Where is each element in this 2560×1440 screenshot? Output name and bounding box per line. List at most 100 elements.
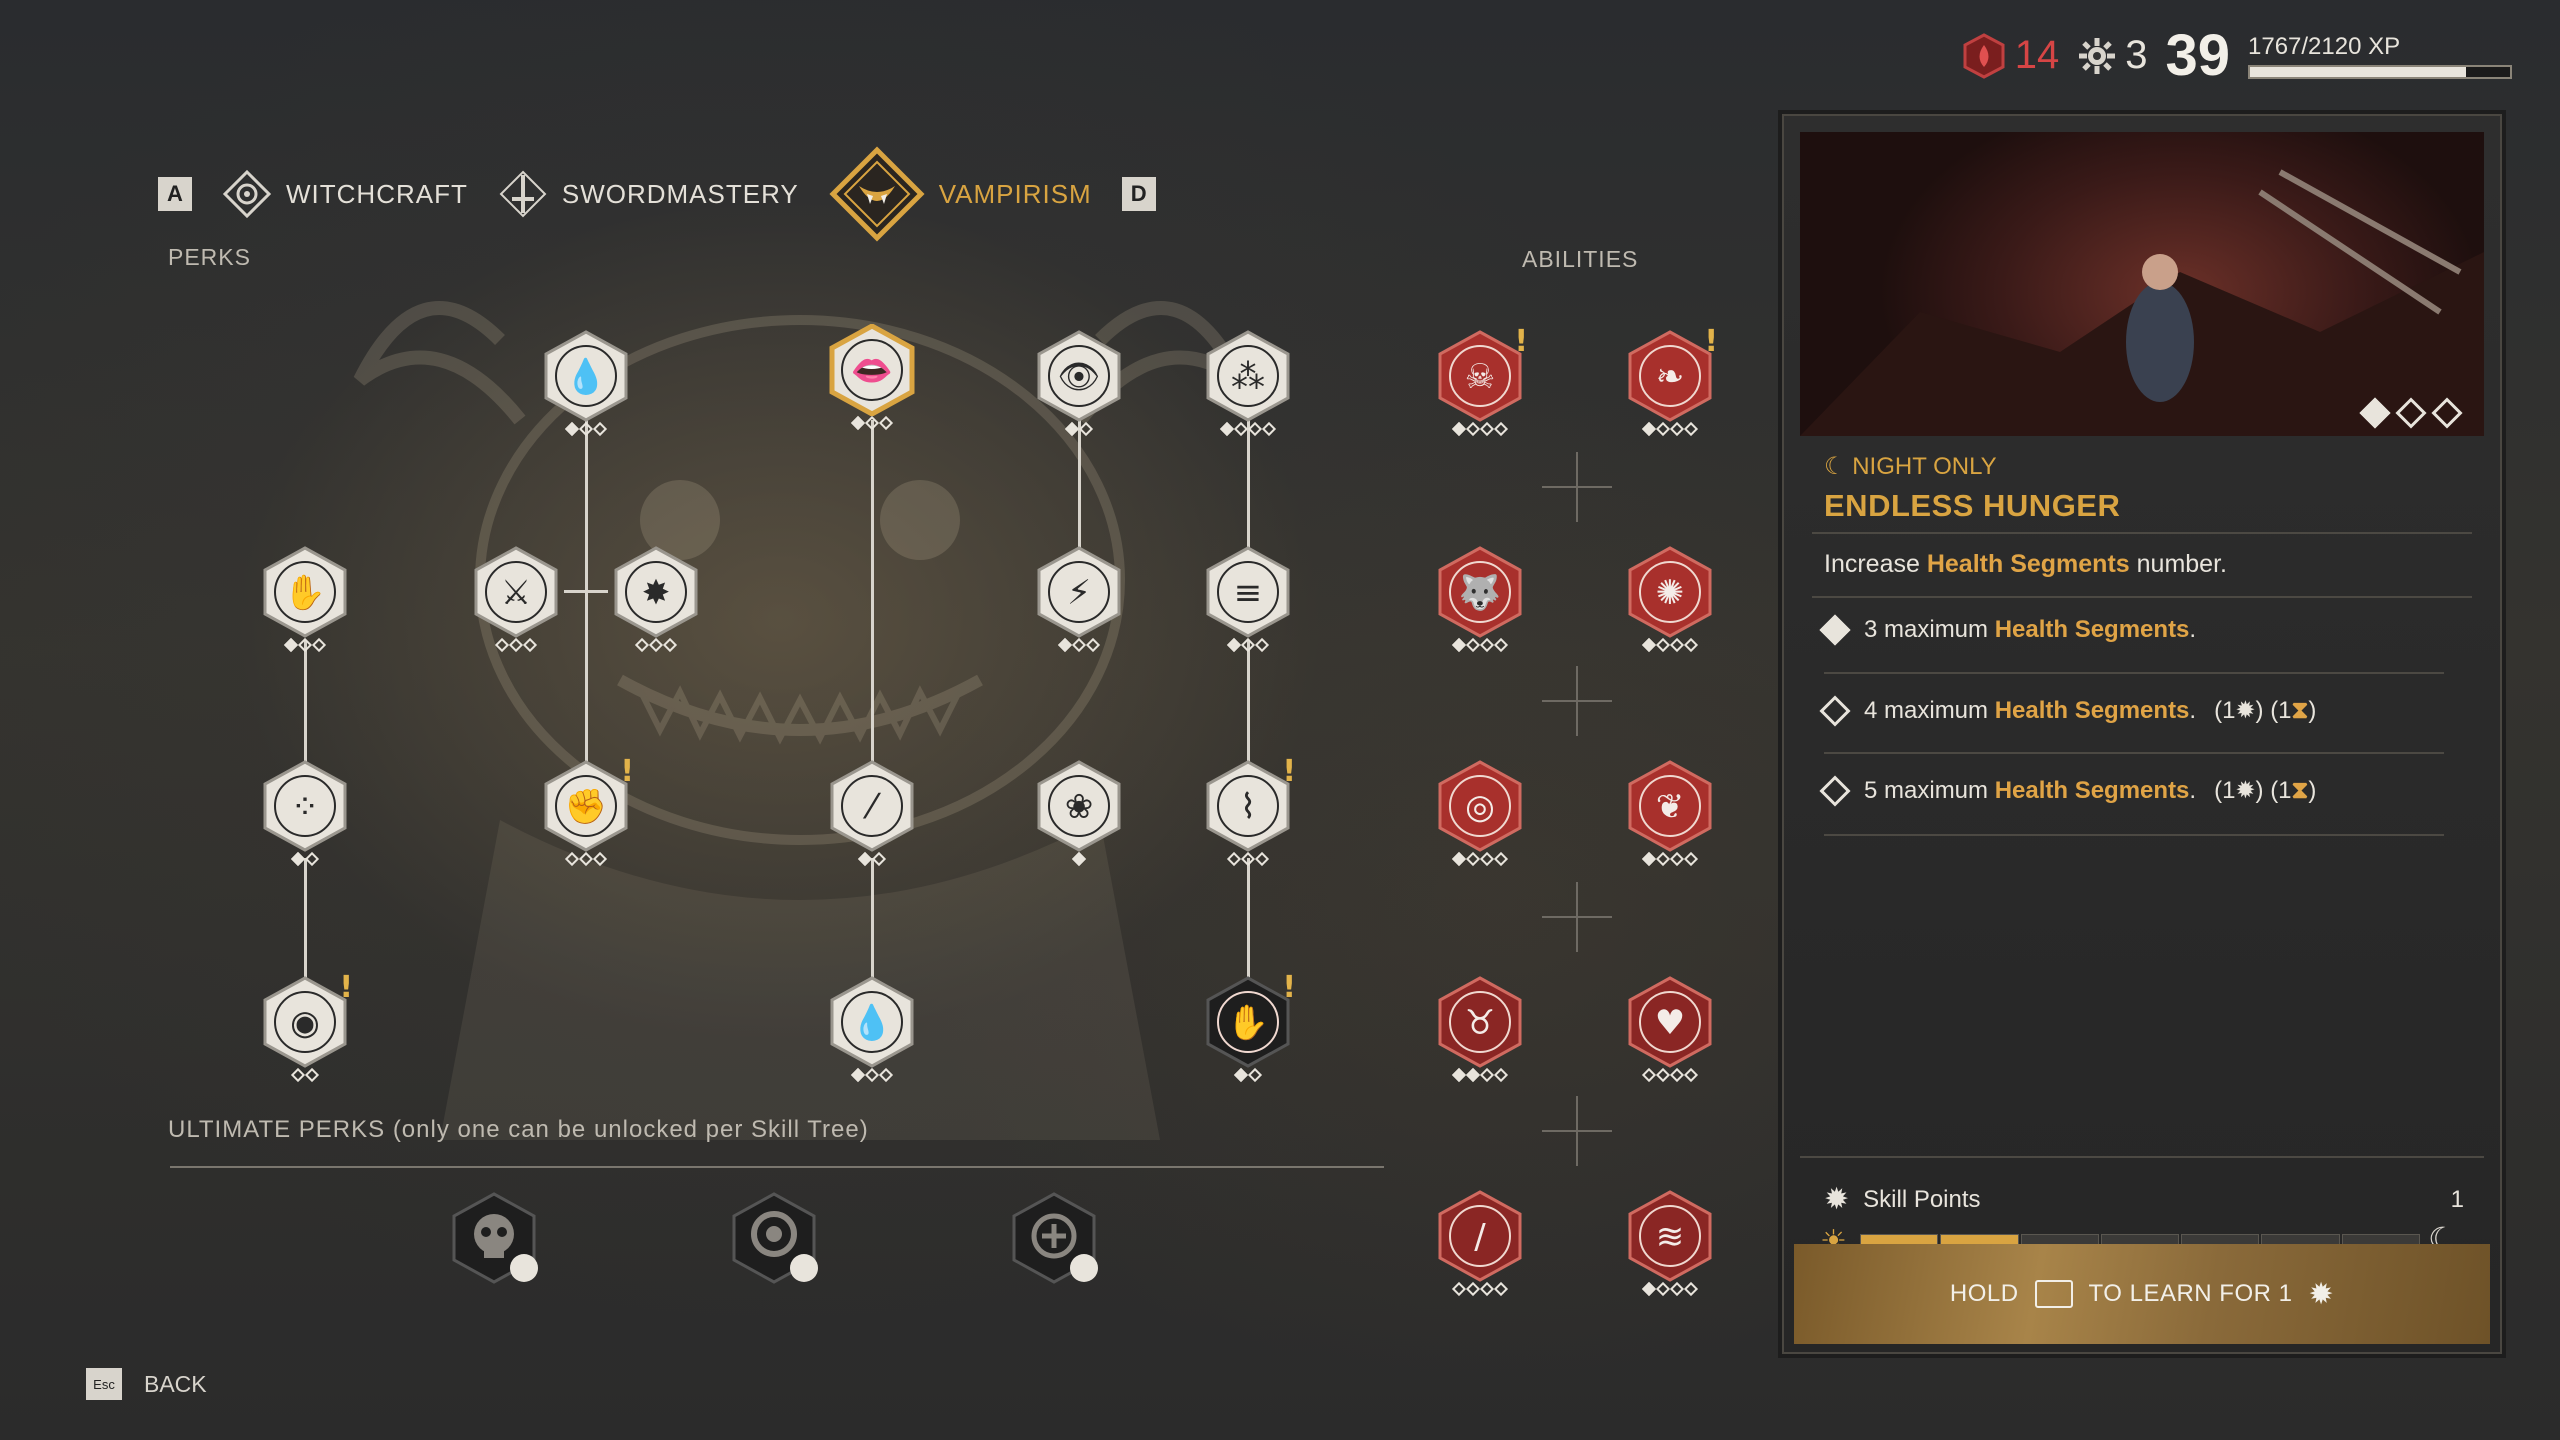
svg-text:◉: ◉	[290, 1003, 320, 1043]
night-only-tag: ☾ NIGHT ONLY	[1824, 452, 1997, 481]
level-pips	[1434, 851, 1526, 867]
level-end: .	[2189, 696, 2197, 724]
claws-icon: ≡	[1206, 546, 1290, 638]
ability-blood-bats[interactable]: ≋	[1624, 1190, 1716, 1306]
blood-wing-icon: ❧	[1628, 330, 1712, 422]
desc-text: number.	[2129, 550, 2227, 578]
pip-empty	[564, 851, 580, 867]
pip-filled	[857, 851, 873, 867]
ability-divider-cross	[1542, 666, 1612, 736]
level-pips	[1033, 851, 1125, 867]
perk-mark[interactable]: ◉!	[259, 970, 353, 1092]
xp-text: 1767/2120 XP	[2248, 32, 2401, 60]
pip-empty	[1465, 421, 1481, 437]
perk-drops[interactable]: ⁘	[259, 760, 351, 876]
pip-empty	[1669, 637, 1685, 653]
prev-tab-key[interactable]: A	[158, 177, 192, 211]
swordmastery-icon	[499, 170, 547, 218]
perk-eye[interactable]: 👁	[1033, 330, 1125, 446]
perk-slash[interactable]: ⁄	[826, 760, 918, 876]
level-pips	[1624, 1281, 1716, 1297]
svg-text:/: /	[1474, 1217, 1486, 1257]
ability-blood-burst[interactable]: ✺	[1624, 546, 1716, 662]
ability-vortex[interactable]: ◎	[1434, 760, 1526, 876]
fang-icon: ⚔	[474, 546, 558, 638]
pip-filled	[1465, 1067, 1481, 1083]
svg-text:✋: ✋	[284, 573, 326, 613]
skill-points-counter: 3	[2077, 33, 2147, 78]
level-end: .	[2189, 776, 2197, 804]
ability-swarm[interactable]: ❦	[1624, 760, 1716, 876]
level-pips	[826, 1067, 918, 1083]
pip-empty	[1683, 1067, 1699, 1083]
level-pips	[1202, 1067, 1294, 1083]
pip-empty	[662, 637, 678, 653]
perk-fangs-mouth[interactable]: 👄	[826, 324, 918, 440]
panel-divider	[1812, 596, 2472, 598]
pip-empty	[1655, 1067, 1671, 1083]
pip-empty	[1669, 421, 1685, 437]
back-button[interactable]: Esc BACK	[86, 1368, 207, 1400]
perks-heading: PERKS	[168, 244, 251, 270]
pip-empty	[1669, 851, 1685, 867]
level-pips	[1434, 637, 1526, 653]
new-indicator-icon: !	[1282, 970, 1296, 1005]
demon-mural-illustration	[353, 301, 1247, 1140]
level-end: .	[2189, 616, 2197, 643]
perk-connector	[1247, 858, 1250, 978]
svg-text:⌇: ⌇	[1240, 787, 1257, 827]
perk-dark-claw[interactable]: ✋!	[1202, 970, 1296, 1092]
slash-icon: ⁄	[830, 760, 914, 852]
tab-swordmastery[interactable]: SWORDMASTERY	[498, 169, 799, 219]
pip-empty	[1254, 637, 1270, 653]
tab-witchcraft[interactable]: WITCHCRAFT	[222, 169, 468, 219]
perk-blood-rain[interactable]: ⁂	[1202, 330, 1294, 446]
perk-fang[interactable]: ⚔	[470, 546, 562, 662]
ability-wolf[interactable]: 🐺	[1434, 546, 1526, 662]
panel-divider	[1812, 532, 2472, 534]
ultimate-divider	[170, 1166, 1384, 1168]
ultimate-perk-sigil[interactable]	[1008, 1192, 1100, 1308]
pip-filled	[1219, 421, 1235, 437]
hourglass-icon: ⧗	[2291, 697, 2309, 724]
skill-point-icon	[2079, 37, 2116, 74]
pip-empty	[1641, 1067, 1657, 1083]
desc-text: Increase	[1824, 550, 1927, 578]
perk-blood-hand[interactable]: ✋	[259, 546, 351, 662]
new-indicator-icon: !	[339, 970, 353, 1005]
ability-claw-slash[interactable]: /	[1434, 1190, 1526, 1306]
next-tab-key[interactable]: D	[1121, 177, 1156, 211]
svg-text:❀: ❀	[1065, 787, 1094, 827]
blood-fang-icon: ☠	[1438, 330, 1522, 422]
ultimate-perk-skull[interactable]	[448, 1192, 540, 1308]
ability-demon-mask[interactable]: ♉	[1434, 976, 1526, 1092]
perk-drop-hand[interactable]: 💧	[826, 976, 918, 1092]
ultimate-perk-shadow[interactable]	[728, 1192, 820, 1308]
ability-blood-fang[interactable]: ☠!	[1434, 324, 1528, 446]
perk-blood-drop[interactable]: 💧	[540, 330, 632, 446]
pip-filled	[850, 1067, 866, 1083]
pip-empty	[1683, 421, 1699, 437]
ability-heart[interactable]: ♥	[1624, 976, 1716, 1092]
pip-empty	[1683, 1281, 1699, 1297]
perk-talon[interactable]: ⌇!	[1202, 754, 1296, 876]
grasp-icon: ✊	[544, 760, 628, 852]
perk-rose[interactable]: ❀	[1033, 760, 1125, 876]
hold-to-learn-button[interactable]: HOLD TO LEARN FOR 1 ✹	[1794, 1244, 2490, 1344]
ability-blood-wing[interactable]: ❧!	[1624, 324, 1718, 446]
preview-scene-image	[1800, 169, 2484, 436]
perk-claws[interactable]: ≡	[1202, 546, 1294, 662]
pip-filled	[1451, 637, 1467, 653]
perk-strike[interactable]: ⚡	[1033, 546, 1125, 662]
perk-grasp[interactable]: ✊!	[540, 754, 634, 876]
perk-burst[interactable]: ✸	[610, 546, 702, 662]
back-label: BACK	[144, 1370, 207, 1397]
pip-empty	[592, 421, 608, 437]
svg-text:⁂: ⁂	[1231, 357, 1265, 397]
tab-vampirism[interactable]: VAMPIRISM	[829, 146, 1092, 242]
rose-icon: ❀	[1037, 760, 1121, 852]
swarm-icon: ❦	[1628, 760, 1712, 852]
panel-divider	[1824, 672, 2444, 674]
pip-filled	[1641, 1281, 1657, 1297]
pip-empty	[648, 637, 664, 653]
